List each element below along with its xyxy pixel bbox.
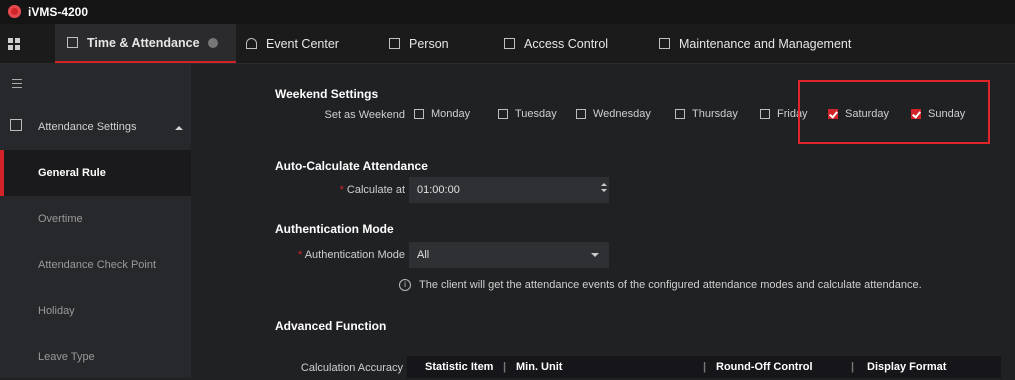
app-logo-icon (8, 5, 21, 18)
weekend-monday-checkbox[interactable]: Monday (414, 108, 470, 120)
sidebar-group-attendance-settings[interactable]: Attendance Settings (38, 121, 136, 133)
advanced-function-title: Advanced Function (275, 319, 387, 333)
tab-person[interactable]: Person (389, 24, 449, 63)
auto-calculate-title: Auto-Calculate Attendance (275, 159, 428, 173)
main-content: Weekend Settings Set as Weekend Monday T… (191, 64, 1015, 378)
column-statistic-item: Statistic Item (425, 361, 494, 373)
tab-label: Access Control (524, 36, 609, 51)
sidebar-item-attendance-check-point[interactable]: Attendance Check Point (0, 242, 191, 288)
authentication-info-text: i The client will get the attendance eve… (399, 279, 922, 291)
door-icon (504, 38, 515, 49)
calendar-icon (67, 37, 78, 48)
authentication-mode-select[interactable]: All (409, 242, 609, 268)
tab-label: Event Center (266, 36, 339, 51)
title-bar: iVMS-4200 (0, 0, 1015, 24)
weekend-thursday-checkbox[interactable]: Thursday (675, 108, 738, 120)
column-min-unit: Min. Unit (516, 361, 563, 373)
authentication-mode-label: * Authentication Mode (297, 249, 405, 261)
sidebar: Attendance Settings General Rule Overtim… (0, 64, 191, 378)
tab-access-control[interactable]: Access Control (504, 24, 608, 63)
maintenance-icon (659, 38, 670, 49)
weekend-highlight-box (798, 80, 990, 144)
sidebar-item-overtime[interactable]: Overtime (0, 196, 191, 242)
tab-time-attendance[interactable]: Time & Attendance (55, 24, 236, 63)
calculate-at-time-input[interactable]: 01:00:00 (409, 177, 609, 203)
sidebar-item-leave-type[interactable]: Leave Type (0, 334, 191, 380)
authentication-mode-title: Authentication Mode (275, 222, 394, 236)
calculation-accuracy-table-header: Statistic Item | Min. Unit | Round-Off C… (407, 356, 1001, 378)
close-tab-icon[interactable] (207, 37, 218, 48)
tab-maintenance[interactable]: Maintenance and Management (659, 24, 851, 63)
weekend-wednesday-checkbox[interactable]: Wednesday (576, 108, 651, 120)
tab-event-center[interactable]: Event Center (246, 24, 339, 63)
calculation-accuracy-label: Calculation Accuracy (300, 362, 403, 374)
person-icon (389, 38, 400, 49)
info-icon: i (399, 279, 411, 291)
weekend-tuesday-checkbox[interactable]: Tuesday (498, 108, 557, 120)
tab-label: Maintenance and Management (679, 36, 852, 51)
app-title: iVMS-4200 (28, 5, 89, 19)
sidebar-item-holiday[interactable]: Holiday (0, 288, 191, 334)
calculate-at-label: * Calculate at (339, 184, 405, 196)
alarm-icon (246, 38, 257, 49)
module-tab-bar: Time & Attendance Event Center Person Ac… (0, 24, 1015, 64)
weekend-settings-title: Weekend Settings (275, 87, 379, 101)
set-as-weekend-label: Set as Weekend (324, 109, 405, 121)
column-round-off-control: Round-Off Control (716, 361, 813, 373)
tab-label: Person (409, 36, 449, 51)
attendance-settings-icon (10, 119, 22, 131)
column-display-format: Display Format (867, 361, 947, 373)
tab-label: Time & Attendance (87, 35, 200, 50)
chevron-down-icon (591, 253, 599, 257)
sidebar-item-general-rule[interactable]: General Rule (0, 150, 191, 196)
menu-toggle-icon[interactable] (12, 79, 22, 91)
module-grid-icon[interactable] (8, 38, 20, 50)
chevron-up-icon[interactable] (175, 126, 183, 130)
